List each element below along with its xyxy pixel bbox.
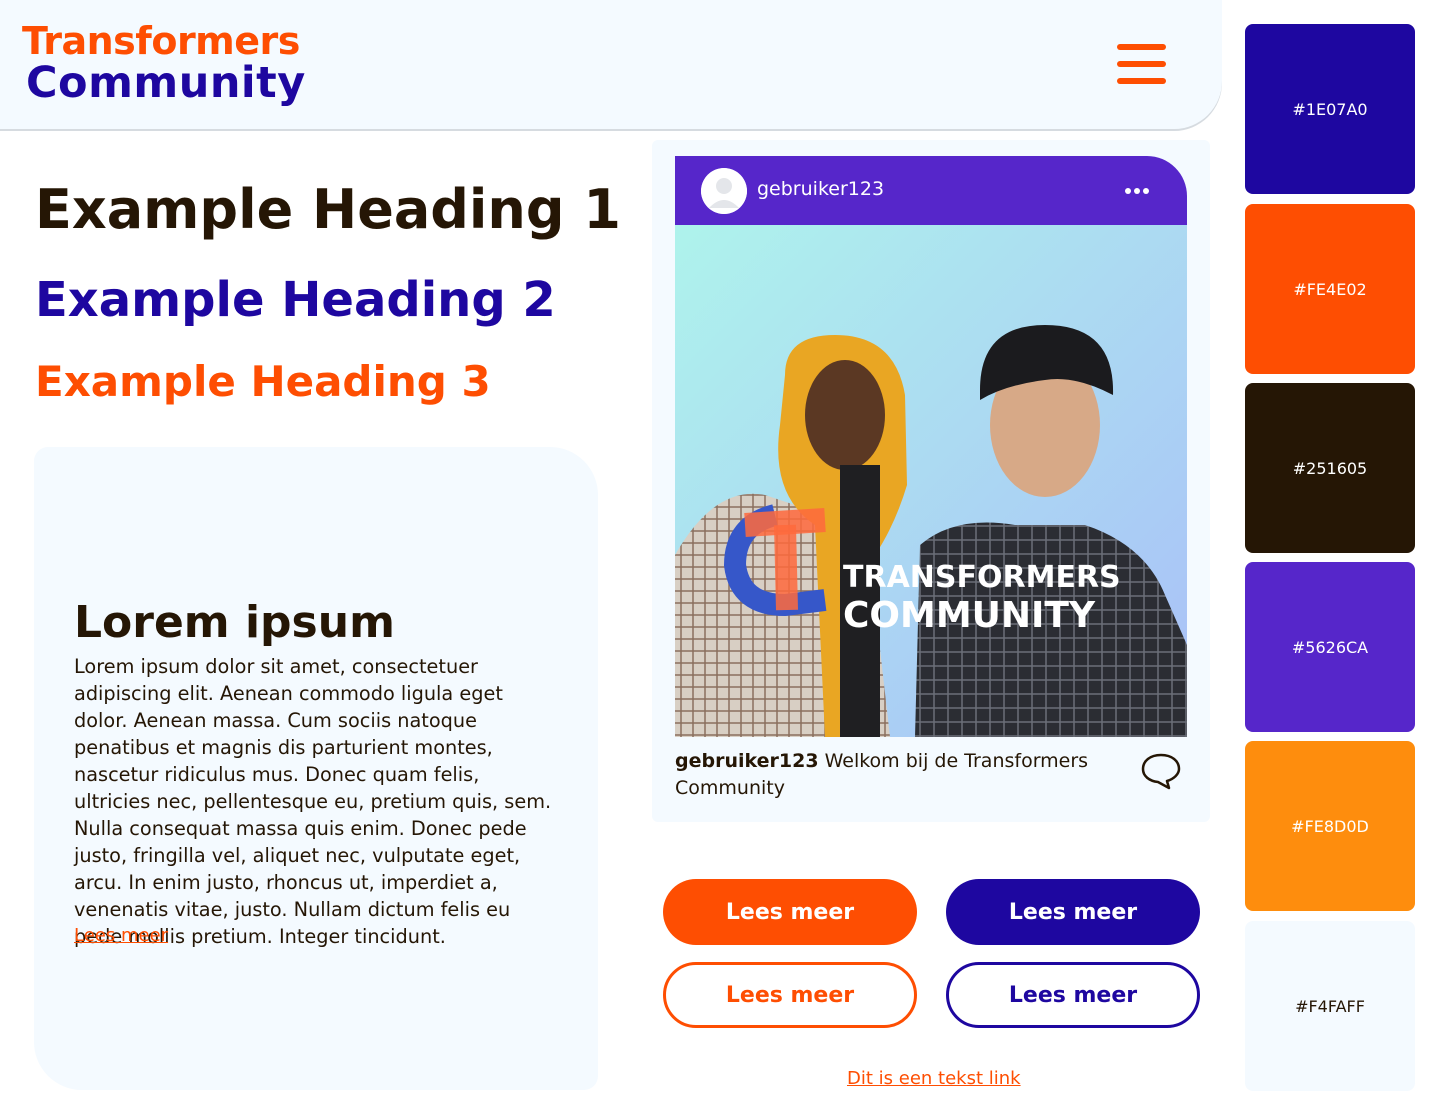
post-username[interactable]: gebruiker123 — [757, 178, 884, 200]
site-logo[interactable]: Transformers Community — [22, 22, 306, 105]
example-heading-3: Example Heading 3 — [35, 357, 491, 406]
read-more-button-solid-blue[interactable]: Lees meer — [946, 879, 1200, 945]
post-photo: TRANSFORMERS COMMUNITY — [675, 225, 1187, 737]
post-caption: gebruiker123 Welkom bij de Transformers … — [675, 748, 1095, 802]
card-read-more-link[interactable]: Lees meer — [74, 925, 168, 946]
swatch-1e07a0: #1E07A0 — [1245, 24, 1415, 194]
comment-icon[interactable] — [1140, 752, 1182, 790]
avatar-icon[interactable] — [701, 168, 747, 214]
content-card: Lorem ipsum Lorem ipsum dolor sit amet, … — [34, 447, 598, 1090]
logo-line-transformers: Transformers — [22, 19, 300, 63]
example-heading-1: Example Heading 1 — [35, 178, 621, 241]
read-more-button-solid-orange[interactable]: Lees meer — [663, 879, 917, 945]
card-title: Lorem ipsum — [74, 597, 395, 648]
swatch-251605: #251605 — [1245, 383, 1415, 553]
more-icon[interactable] — [1125, 188, 1149, 194]
hamburger-icon[interactable] — [1117, 44, 1166, 84]
swatch-fe4e02: #FE4E02 — [1245, 204, 1415, 374]
read-more-button-outline-orange[interactable]: Lees meer — [663, 962, 917, 1028]
social-post: gebruiker123 TRANSFORMERS COMMUNITY gebr… — [652, 140, 1210, 822]
image-logo-line1: TRANSFORMERS — [843, 560, 1121, 595]
swatch-fe8d0d: #FE8D0D — [1245, 741, 1415, 911]
card-body-text: Lorem ipsum dolor sit amet, consectetuer… — [74, 655, 552, 948]
swatch-f4faff: #F4FAFF — [1245, 921, 1415, 1091]
image-logo-line2: COMMUNITY — [843, 595, 1096, 636]
swatch-5626ca: #5626CA — [1245, 562, 1415, 732]
read-more-button-outline-blue[interactable]: Lees meer — [946, 962, 1200, 1028]
post-header: gebruiker123 — [675, 156, 1187, 225]
example-heading-2: Example Heading 2 — [35, 272, 556, 328]
caption-username[interactable]: gebruiker123 — [675, 750, 819, 772]
logo-line-community: Community — [26, 58, 306, 108]
site-header: Transformers Community — [0, 0, 1222, 129]
text-link[interactable]: Dit is een tekst link — [847, 1068, 1021, 1089]
